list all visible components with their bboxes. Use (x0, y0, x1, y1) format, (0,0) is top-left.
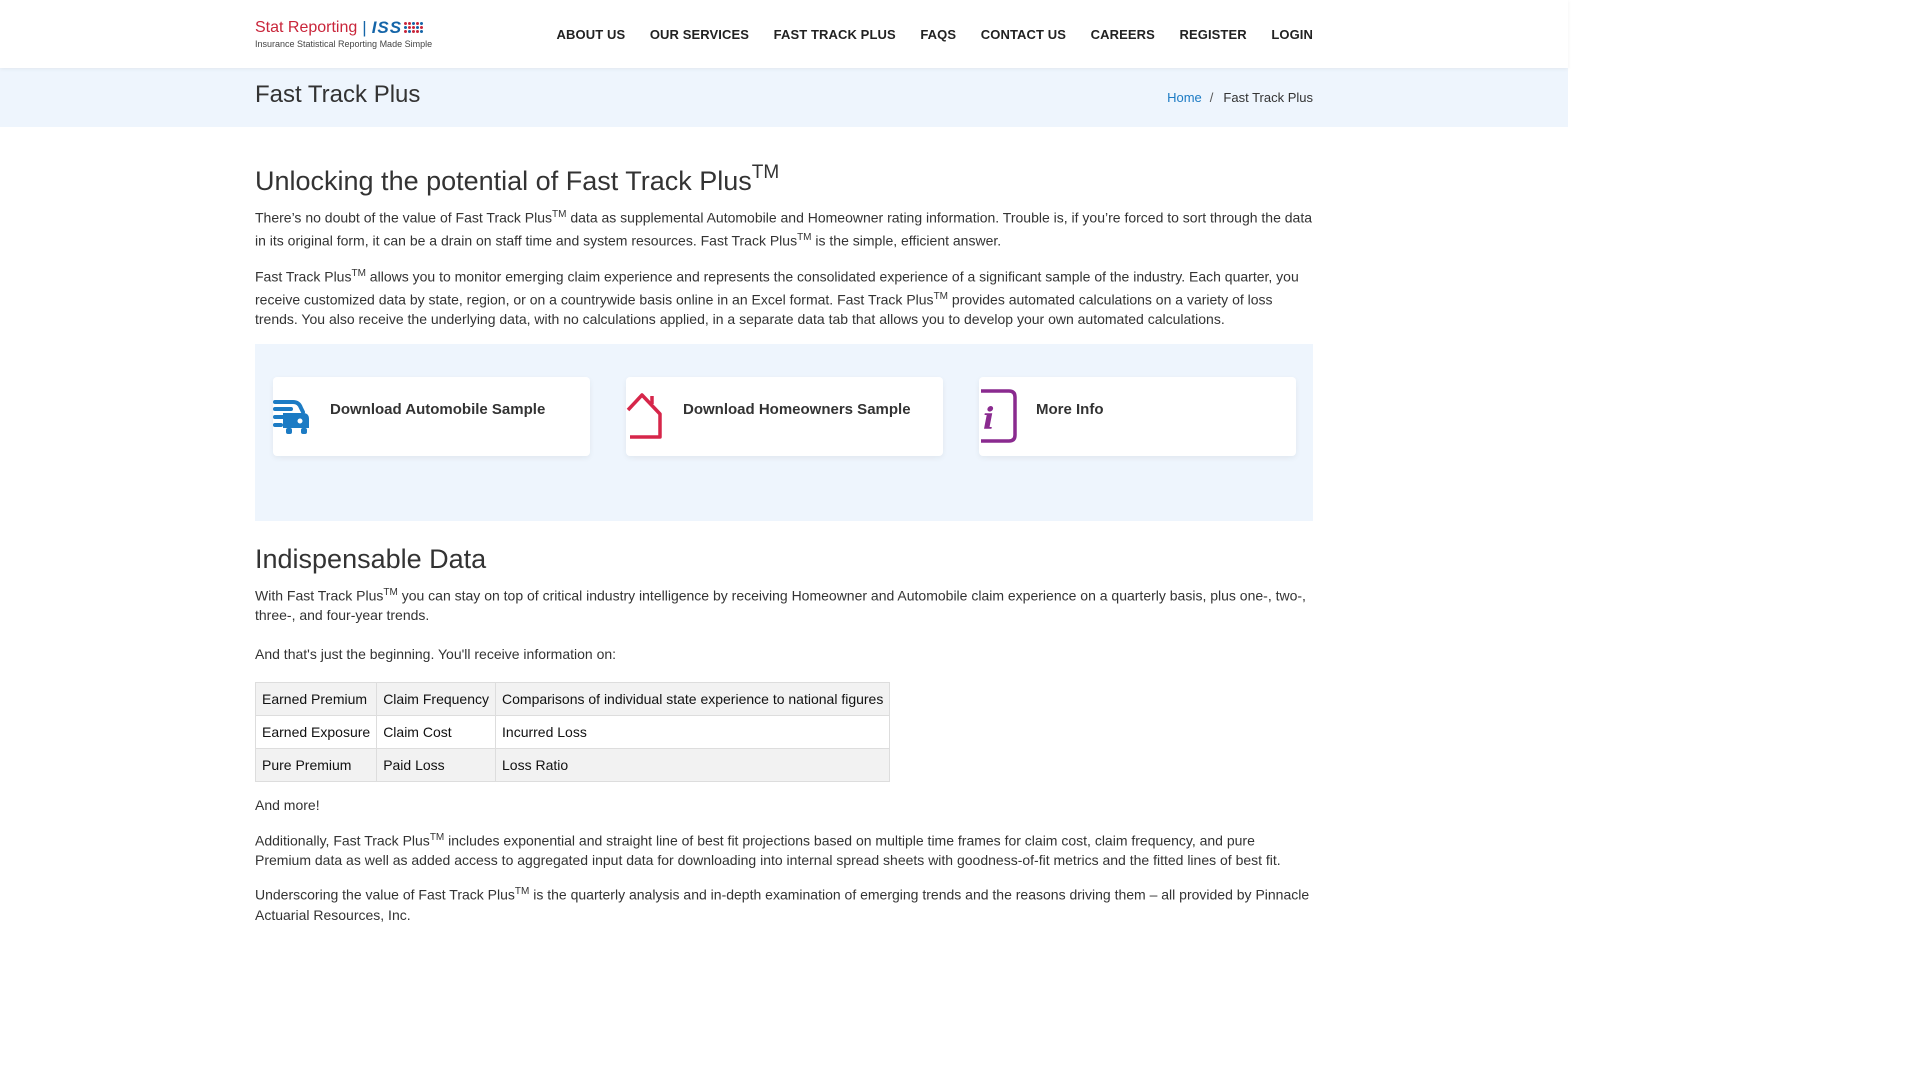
nav-faqs[interactable]: FAQS (920, 27, 956, 42)
breadcrumb-home-link[interactable]: Home (1167, 90, 1202, 105)
logo-iss: ISS (371, 17, 403, 37)
nav-fast-track-plus[interactable]: FAST TRACK PLUS (774, 27, 896, 42)
section-heading-indispensable-data: Indispensable Data (255, 543, 487, 574)
trademark-mark: TM (797, 232, 812, 244)
logo-brand: Stat Reporting (255, 18, 358, 36)
breadcrumb-separator: / (1209, 90, 1214, 105)
table-cell: Paid Loss (376, 748, 497, 783)
nav-our-services[interactable]: OUR SERVICES (650, 27, 749, 42)
nav-careers[interactable]: CAREERS (1091, 27, 1155, 42)
table-row: Earned Exposure Claim Cost Incurred Loss (254, 715, 891, 750)
text-run: you can stay on top of critical industry… (255, 587, 1306, 623)
underscoring-paragraph: Underscoring the value of Fast Track Plu… (255, 882, 1313, 925)
table-row: Earned Premium Claim Frequency Compariso… (254, 682, 891, 717)
and-more-paragraph: And more! (255, 797, 320, 814)
table-cell: Pure Premium (254, 748, 378, 783)
card-label: Download Homeowners Sample (683, 400, 911, 418)
indispensable-paragraph: With Fast Track PlusTM you can stay on t… (255, 583, 1313, 626)
table-cell: Earned Premium (254, 682, 378, 717)
download-cards-area: Download Automobile Sample Download Home… (255, 343, 1313, 521)
table-row: Pure Premium Paid Loss Loss Ratio (254, 748, 891, 783)
information-intro-paragraph: And that's just the beginning. You'll re… (255, 646, 617, 663)
intro-paragraph-1: There’s no doubt of the value of Fast Tr… (255, 205, 1313, 252)
page-title: Fast Track Plus (255, 80, 421, 108)
text-run: There’s no doubt of the value of Fast Tr… (255, 209, 553, 226)
table-cell: Claim Cost (376, 715, 497, 750)
table-cell: Loss Ratio (495, 748, 891, 783)
table-cell: Earned Exposure (254, 715, 378, 750)
trademark-mark: TM (751, 162, 780, 183)
nav-about-us[interactable]: ABOUT US (557, 27, 626, 42)
car-icon (273, 390, 313, 442)
additionally-paragraph: Additionally, Fast Track PlusTM includes… (255, 828, 1313, 871)
site-logo[interactable]: Stat Reporting | ISS Insurance Statistic… (255, 18, 432, 49)
trademark-mark: TM (933, 290, 949, 302)
information-table: Earned Premium Claim Frequency Compariso… (254, 682, 891, 783)
heading-text: Unlocking the potential of Fast Track Pl… (255, 166, 752, 196)
house-icon (626, 390, 666, 442)
svg-text:i: i (983, 402, 994, 437)
nav-login[interactable]: LOGIN (1271, 27, 1313, 42)
trademark-mark: TM (429, 831, 445, 843)
main-nav: ABOUT US OUR SERVICES FAST TRACK PLUS FA… (557, 27, 1313, 42)
section-heading-unlocking: Unlocking the potential of Fast Track Pl… (255, 157, 1313, 199)
intro-paragraph-2: Fast Track PlusTM allows you to monitor … (255, 264, 1313, 330)
more-info-card[interactable]: i More Info (979, 376, 1296, 456)
trademark-mark: TM (552, 209, 567, 220)
info-icon: i (979, 389, 1019, 443)
nav-register[interactable]: REGISTER (1179, 27, 1246, 42)
breadcrumb: Home / Fast Track Plus (1167, 90, 1313, 105)
text-run: Additionally, Fast Track Plus (255, 832, 430, 849)
text-run: is the simple, efficient answer. (811, 232, 1002, 249)
page-title-band: Fast Track Plus Home / Fast Track Plus (0, 68, 1568, 127)
text-run: Fast Track Plus (255, 268, 352, 285)
breadcrumb-current: Fast Track Plus (1223, 90, 1313, 105)
logo-tagline: Insurance Statistical Reporting Made Sim… (255, 38, 433, 49)
card-label: More Info (1036, 400, 1104, 418)
logo-dots-icon (404, 22, 424, 33)
site-header: Stat Reporting | ISS Insurance Statistic… (0, 0, 1568, 68)
table-cell: Comparisons of individual state experien… (495, 682, 891, 717)
trademark-mark: TM (383, 586, 398, 598)
table-cell: Claim Frequency (376, 682, 497, 717)
download-automobile-sample-card[interactable]: Download Automobile Sample (273, 376, 590, 456)
logo-separator: | (362, 17, 367, 37)
trademark-mark: TM (514, 886, 530, 898)
table-cell: Incurred Loss (495, 715, 891, 750)
trademark-mark: TM (351, 267, 366, 279)
text-run: Underscoring the value of Fast Track Plu… (255, 887, 515, 904)
card-label: Download Automobile Sample (330, 400, 546, 418)
download-homeowners-sample-card[interactable]: Download Homeowners Sample (626, 376, 943, 456)
logo-wordmark: Stat Reporting | ISS (255, 18, 432, 38)
main-content: Unlocking the potential of Fast Track Pl… (0, 127, 1568, 925)
text-run: With Fast Track Plus (255, 587, 384, 604)
nav-contact-us[interactable]: CONTACT US (981, 27, 1066, 42)
